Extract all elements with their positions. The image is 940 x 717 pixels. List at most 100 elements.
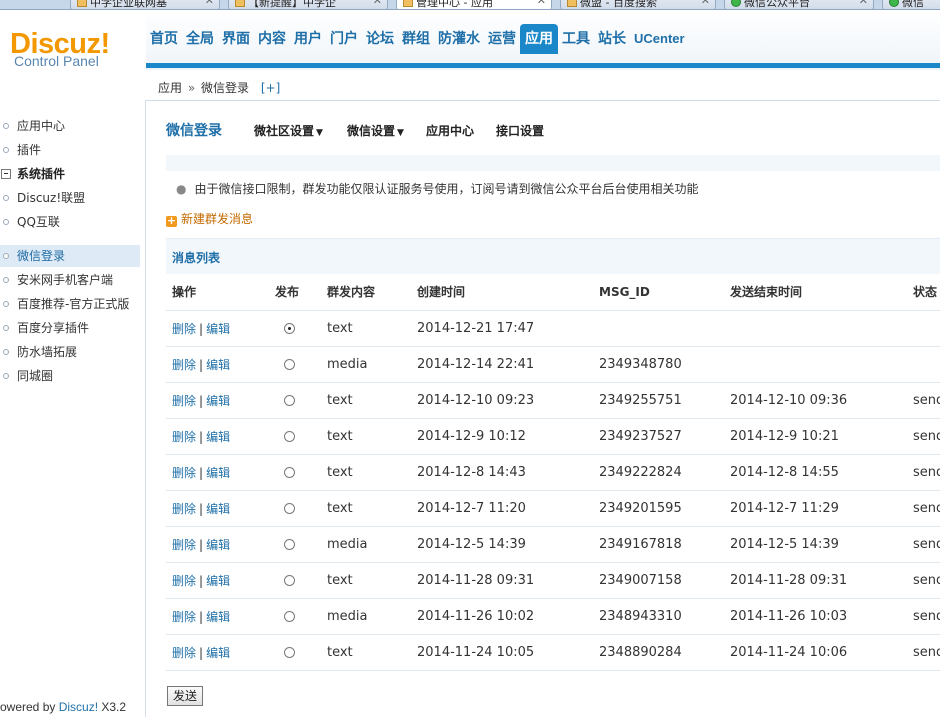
publish-radio[interactable]: [284, 430, 295, 442]
row-actions: 删除 | 编辑: [166, 526, 269, 563]
close-icon[interactable]: ✕: [537, 0, 546, 7]
sidebar-item-city-circle[interactable]: 同城圈: [0, 365, 140, 387]
bullet-icon: [3, 147, 9, 153]
edit-link[interactable]: 编辑: [206, 394, 230, 408]
delete-link[interactable]: 删除: [172, 646, 196, 660]
row-end-time: 2014-11-28 09:31: [724, 562, 907, 599]
browser-tab[interactable]: 【新提醒】中学企 ✕: [228, 0, 388, 9]
action-separator: |: [199, 537, 204, 552]
sidebar: 应用中心 插件 系统插件 Discuz!联盟 QQ互联 微信登录 安米网手机客户…: [0, 100, 146, 717]
delete-link[interactable]: 删除: [172, 466, 196, 480]
subnav-community-settings[interactable]: 微社区设置 ▼: [254, 122, 323, 139]
breadcrumb-root[interactable]: 应用: [158, 81, 182, 95]
row-created: 2014-12-5 14:39: [411, 526, 593, 563]
browser-tab[interactable]: 微盟 - 百度搜索 ✕: [560, 0, 716, 9]
close-icon[interactable]: ✕: [859, 0, 868, 7]
logo-area: Control Panel: [0, 10, 146, 70]
table-row: 删除 | 编辑 text 2014-12-9 10:12 2349237527 2014-1…: [166, 418, 940, 455]
row-msg-id: 2349255751: [593, 382, 724, 419]
delete-link[interactable]: 删除: [172, 430, 196, 444]
nav-webmaster[interactable]: 站长: [594, 24, 630, 54]
subnav-wechat-settings[interactable]: 微信设置 ▼: [347, 122, 404, 139]
delete-link[interactable]: 删除: [172, 574, 196, 588]
table-row: 删除 | 编辑 text 2014-12-7 11:20 2349201595 2014-1…: [166, 490, 940, 527]
edit-link[interactable]: 编辑: [206, 574, 230, 588]
publish-radio[interactable]: [284, 610, 295, 622]
row-content: media: [321, 526, 411, 563]
row-actions: 删除 | 编辑: [166, 346, 269, 383]
breadcrumb: 应用 » 微信登录 [+]: [146, 72, 940, 101]
new-message-button[interactable]: + 新建群发消息: [166, 210, 253, 227]
sidebar-group-system-plugins[interactable]: 系统插件: [0, 163, 140, 185]
sidebar-item-discuz-union[interactable]: Discuz!联盟: [0, 187, 140, 209]
row-actions: 删除 | 编辑: [166, 634, 269, 671]
publish-radio[interactable]: [284, 538, 295, 550]
sidebar-item-firewall-ext[interactable]: 防水墙拓展: [0, 341, 140, 363]
nav-tools[interactable]: 工具: [558, 24, 594, 54]
browser-tab-active[interactable]: 管理中心 - 应用 ✕: [396, 0, 552, 9]
edit-link[interactable]: 编辑: [206, 646, 230, 660]
nav-home[interactable]: 首页: [146, 24, 182, 54]
browser-tab[interactable]: 微信公众平台 ✕: [724, 0, 874, 9]
col-header-msg-id: MSG_ID: [593, 274, 724, 311]
publish-radio[interactable]: [284, 502, 295, 514]
page-icon: [567, 0, 577, 7]
row-end-time: 2014-12-8 14:55: [724, 454, 907, 491]
nav-interface[interactable]: 界面: [218, 24, 254, 54]
delete-link[interactable]: 删除: [172, 322, 196, 336]
sidebar-item-app-center[interactable]: 应用中心: [0, 115, 140, 137]
nav-operations[interactable]: 运营: [484, 24, 520, 54]
publish-radio[interactable]: [284, 322, 295, 334]
nav-antispam[interactable]: 防灌水: [434, 24, 484, 54]
sidebar-item-baidu-share[interactable]: 百度分享插件: [0, 317, 140, 339]
nav-groups[interactable]: 群组: [398, 24, 434, 54]
edit-link[interactable]: 编辑: [206, 610, 230, 624]
publish-radio[interactable]: [284, 358, 295, 370]
edit-link[interactable]: 编辑: [206, 502, 230, 516]
close-icon[interactable]: ✕: [373, 0, 382, 7]
powered-by-link[interactable]: Discuz!: [59, 700, 98, 714]
edit-link[interactable]: 编辑: [206, 466, 230, 480]
row-msg-id: 2349167818: [593, 526, 724, 563]
sidebar-item-baidu-recommend[interactable]: 百度推荐-官方正式版: [0, 293, 140, 315]
edit-link[interactable]: 编辑: [206, 430, 230, 444]
publish-radio[interactable]: [284, 394, 295, 406]
close-icon[interactable]: ✕: [701, 0, 710, 7]
collapse-icon[interactable]: [1, 169, 11, 179]
publish-radio[interactable]: [284, 574, 295, 586]
edit-link[interactable]: 编辑: [206, 358, 230, 372]
sidebar-item-mobile-client[interactable]: 安米网手机客户端: [0, 269, 140, 291]
publish-radio[interactable]: [284, 646, 295, 658]
sidebar-item-plugins[interactable]: 插件: [0, 139, 140, 161]
breadcrumb-expand-button[interactable]: [+]: [261, 81, 280, 95]
nav-apps[interactable]: 应用: [520, 24, 558, 54]
send-button[interactable]: 发送: [167, 686, 203, 706]
edit-link[interactable]: 编辑: [206, 538, 230, 552]
browser-tab[interactable]: 中学企业联网基 ✕: [70, 0, 220, 9]
nav-ucenter[interactable]: UCenter: [630, 24, 689, 54]
delete-link[interactable]: 删除: [172, 358, 196, 372]
close-icon[interactable]: ✕: [205, 0, 214, 7]
row-status: [907, 346, 940, 383]
subnav-api-settings[interactable]: 接口设置: [496, 122, 544, 139]
delete-link[interactable]: 删除: [172, 502, 196, 516]
row-publish: [269, 490, 321, 527]
nav-portal[interactable]: 门户: [326, 24, 362, 54]
delete-link[interactable]: 删除: [172, 394, 196, 408]
table-header-row: 操作 发布 群发内容 创建时间 MSG_ID 发送结束时间 状态: [166, 274, 940, 311]
nav-forum[interactable]: 论坛: [362, 24, 398, 54]
publish-radio[interactable]: [284, 466, 295, 478]
nav-users[interactable]: 用户: [290, 24, 326, 54]
sidebar-item-qq-connect[interactable]: QQ互联: [0, 211, 140, 233]
delete-link[interactable]: 删除: [172, 610, 196, 624]
subnav-app-center[interactable]: 应用中心: [426, 122, 474, 139]
notice-text: ● 由于微信接口限制，群发功能仅限认证服务号使用，订阅号请到微信公众平台后台使用相…: [176, 182, 699, 196]
delete-link[interactable]: 删除: [172, 538, 196, 552]
row-end-time: [724, 346, 907, 383]
browser-tab[interactable]: 微信: [882, 0, 940, 9]
edit-link[interactable]: 编辑: [206, 322, 230, 336]
nav-content[interactable]: 内容: [254, 24, 290, 54]
row-actions: 删除 | 编辑: [166, 310, 269, 347]
nav-global[interactable]: 全局: [182, 24, 218, 54]
sidebar-item-wechat-login[interactable]: 微信登录: [0, 245, 140, 267]
